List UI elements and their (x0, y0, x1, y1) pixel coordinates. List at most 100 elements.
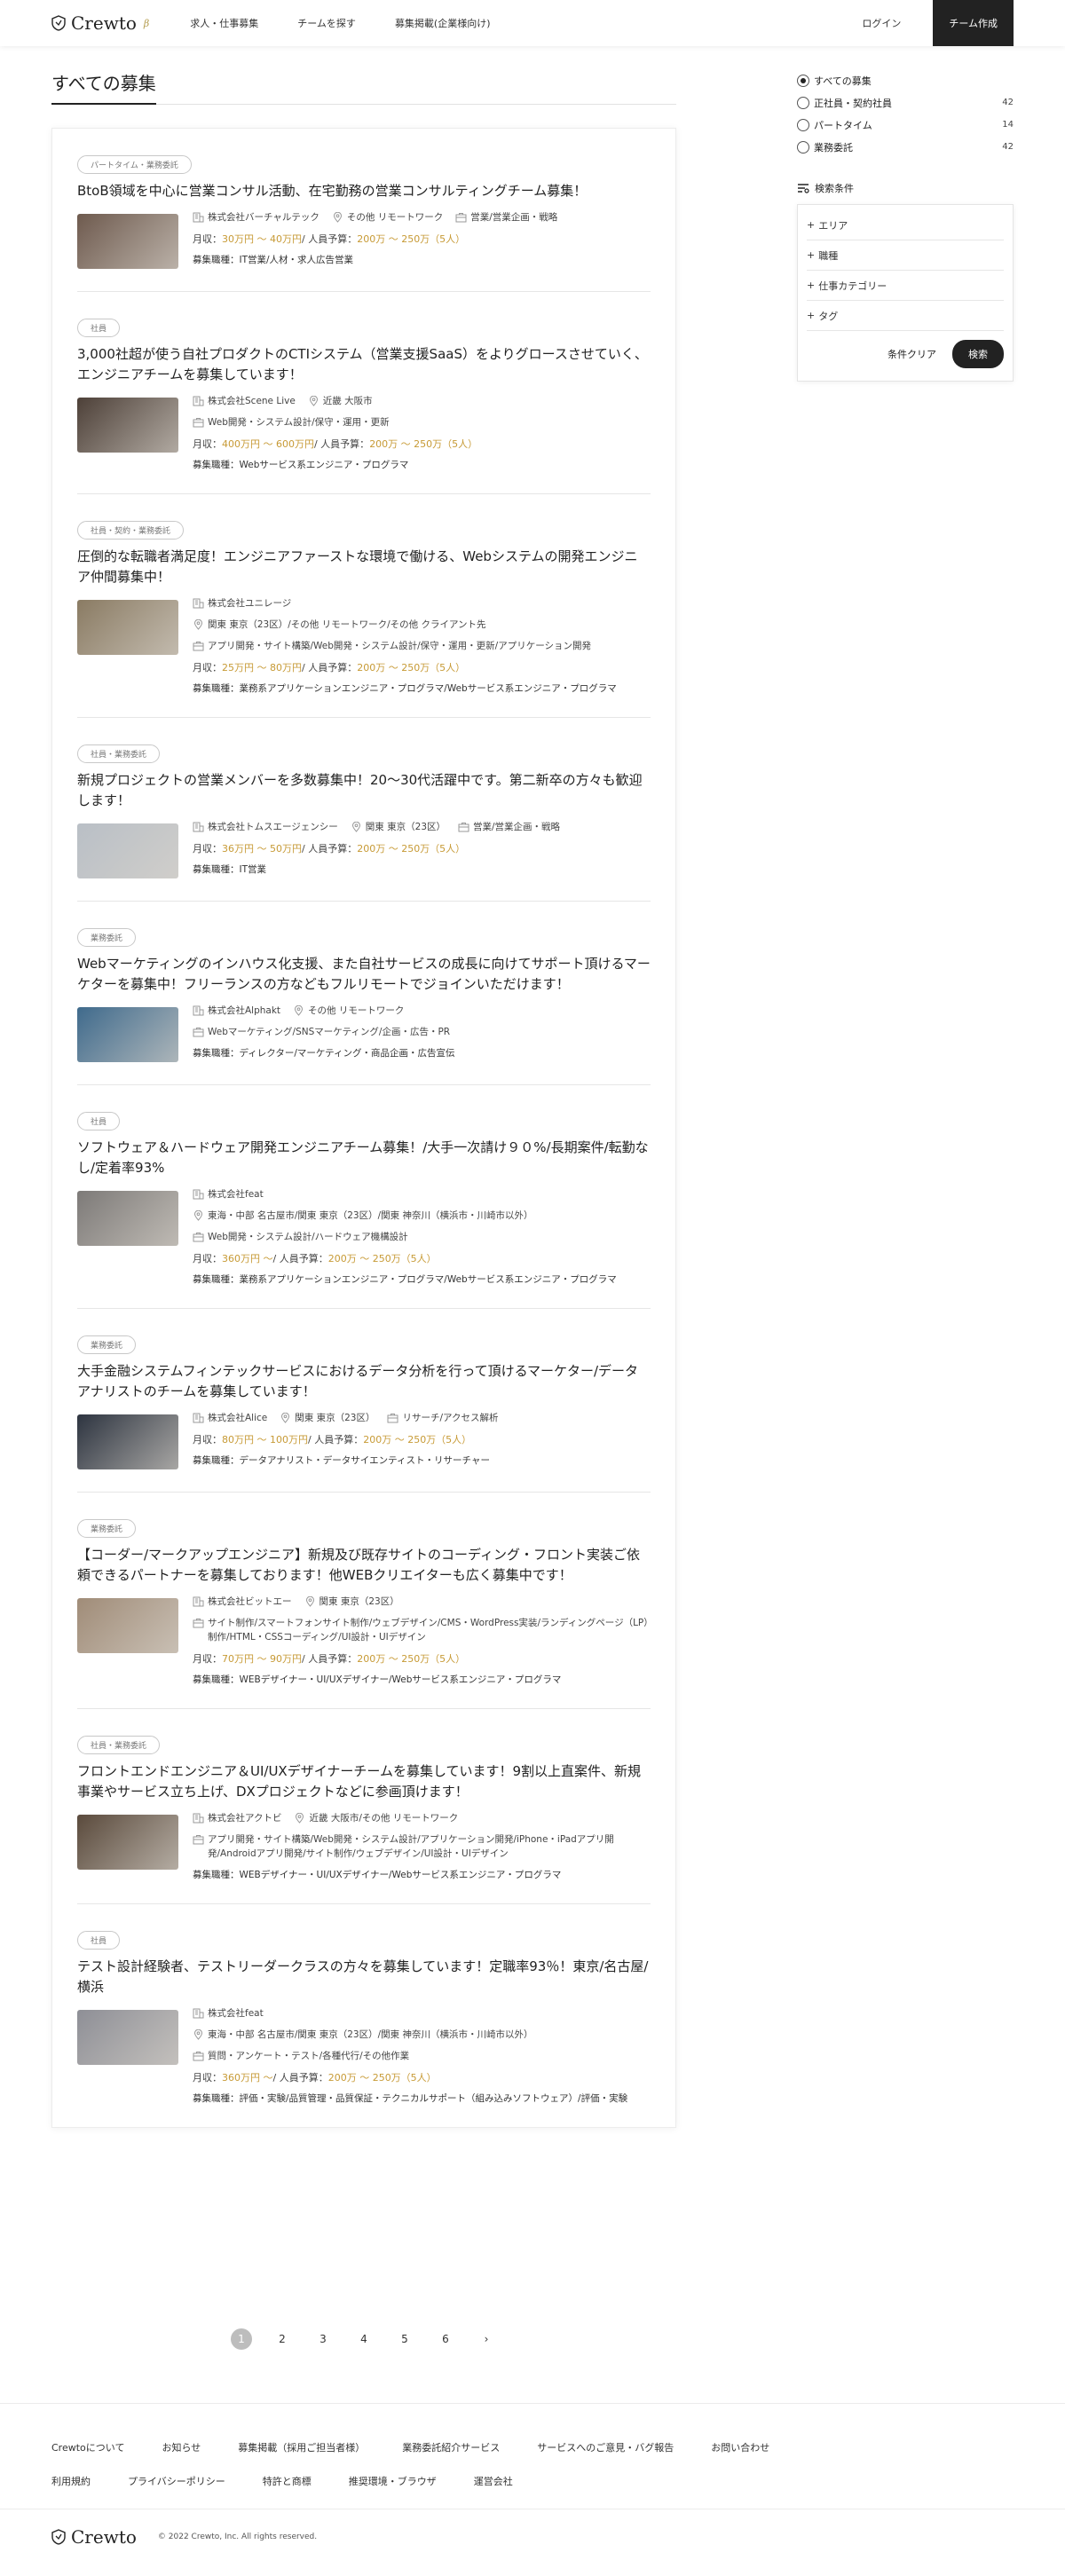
salary-row: 月収：80万円 〜 100万円/ 人員予算：200万 〜 250万（5人） (193, 1432, 651, 1446)
job-title[interactable]: 圧倒的な転職者満足度！エンジニアファーストな環境で働ける、Webシステムの開発エ… (77, 547, 651, 587)
job-title[interactable]: テスト設計経験者、テストリーダークラスの方々を募集しています！定職率93％！東京… (77, 1957, 651, 1997)
location-pin-icon (333, 212, 342, 223)
salary-row: 月収：70万円 〜 90万円/ 人員予算：200万 〜 250万（5人） (193, 1651, 651, 1666)
nav-teams[interactable]: チームを探す (297, 16, 356, 30)
company-name: 株式会社トムスエージェンシー (208, 822, 338, 832)
job-title[interactable]: 3,000社超が使う自社プロダクトのCTIシステム（営業支援SaaS）をよりグロ… (77, 344, 651, 385)
nav-post[interactable]: 募集掲載(企業様向け) (395, 16, 491, 30)
job-item[interactable]: 業務委託 【コーダー/マークアップエンジニア】新規及び既存サイトのコーディング・… (77, 1493, 651, 1709)
footer-link[interactable]: 利用規約 (51, 2464, 91, 2498)
job-thumbnail[interactable] (77, 1007, 178, 1062)
logo-beta: β (143, 17, 150, 29)
job-thumbnail[interactable] (77, 1598, 178, 1653)
job-title[interactable]: 大手金融システムフィンテックサービスにおけるデータ分析を行って頂けるマーケター/… (77, 1361, 651, 1402)
salary-label: 月収： (193, 233, 222, 245)
job-item[interactable]: 業務委託 大手金融システムフィンテックサービスにおけるデータ分析を行って頂けるマ… (77, 1309, 651, 1493)
location-pin-icon (193, 2029, 203, 2040)
footer-link[interactable]: 運営会社 (474, 2464, 513, 2498)
salary-row: 月収：25万円 〜 80万円/ 人員予算：200万 〜 250万（5人） (193, 660, 651, 674)
logo[interactable]: Crewto β (51, 12, 149, 34)
page-button[interactable]: 2 (272, 2328, 293, 2350)
search-conditions-label: 検索条件 (797, 181, 1014, 195)
location-text: 関東 東京（23区） (365, 822, 446, 832)
filter-area[interactable]: + エリア (807, 210, 1004, 240)
clear-conditions-button[interactable]: 条件クリア (888, 347, 936, 361)
job-type-tag: パートタイム・業務委託 (77, 155, 192, 174)
job-title[interactable]: Webマーケティングのインハウス化支援、また自社サービスの成長に向けてサポート頂… (77, 954, 651, 995)
company-name: 株式会社バーチャルテック (208, 212, 320, 223)
job-thumbnail[interactable] (77, 398, 178, 453)
footer-link[interactable]: お問い合わせ (711, 2430, 769, 2464)
job-title[interactable]: ソフトウェア＆ハードウェア開発エンジニアチーム募集！/大手一次請け９０%/長期案… (77, 1138, 651, 1178)
job-thumbnail[interactable] (77, 1191, 178, 1246)
job-item[interactable]: パートタイム・業務委託 BtoB領域を中心に営業コンサル活動、在宅勤務の営業コン… (77, 129, 651, 292)
filter-tag[interactable]: + タグ (807, 301, 1004, 331)
page-button[interactable]: 3 (312, 2328, 334, 2350)
category-text: 営業/営業企画・戦略 (470, 212, 558, 223)
job-thumbnail[interactable] (77, 823, 178, 878)
location-text: 関東 東京（23区） (319, 1596, 399, 1607)
job-thumbnail[interactable] (77, 1414, 178, 1469)
footer-link[interactable]: プライバシーポリシー (128, 2464, 225, 2498)
job-title[interactable]: 【コーダー/マークアップエンジニア】新規及び既存サイトのコーディング・フロント実… (77, 1545, 651, 1586)
sidebar: すべての募集 正社員・契約社員 42 パートタイム 14 業務委託 42 検索条件 + エリア… (797, 69, 1014, 382)
budget-label: / 人員予算： (302, 662, 358, 674)
briefcase-icon (193, 1835, 204, 1845)
page-button[interactable]: 6 (435, 2328, 456, 2350)
radio-count: 42 (1002, 98, 1014, 107)
page-button[interactable]: 5 (394, 2328, 415, 2350)
team-create-button[interactable]: チーム作成 (933, 0, 1014, 46)
job-type-radio[interactable]: すべての募集 (797, 69, 1014, 91)
occupation: 募集職種：データアナリスト・データサイエンティスト・リサーチャー (193, 1455, 490, 1466)
salary-label: 月収： (193, 1653, 222, 1665)
filter-label: 職種 (818, 249, 839, 262)
job-type-radio[interactable]: 業務委託 42 (797, 136, 1014, 158)
radio-label: パートタイム (814, 119, 872, 131)
footer-link[interactable]: 募集掲載（採用ご担当者様） (238, 2430, 365, 2464)
filter-label: 仕事カテゴリー (818, 280, 888, 292)
salary-label: 月収： (193, 438, 222, 450)
job-title[interactable]: BtoB領域を中心に営業コンサル活動、在宅勤務の営業コンサルティングチーム募集！ (77, 181, 651, 201)
job-item[interactable]: 社員・業務委託 フロントエンドエンジニア＆UI/UXデザイナーチームを募集してい… (77, 1709, 651, 1904)
footer-link[interactable]: お知らせ (162, 2430, 201, 2464)
job-type-tag: 業務委託 (77, 1519, 137, 1538)
footer-link[interactable]: サービスへのご意見・バグ報告 (537, 2430, 674, 2464)
job-type-radio[interactable]: パートタイム 14 (797, 114, 1014, 136)
job-thumbnail[interactable] (77, 600, 178, 655)
nav-jobs[interactable]: 求人・仕事募集 (190, 16, 258, 30)
job-item[interactable]: 社員 3,000社超が使う自社プロダクトのCTIシステム（営業支援SaaS）をよ… (77, 292, 651, 494)
job-thumbnail[interactable] (77, 2010, 178, 2065)
location-pin-icon (295, 1005, 304, 1016)
page-button[interactable]: 4 (353, 2328, 375, 2350)
filter-occupation[interactable]: + 職種 (807, 240, 1004, 271)
job-title[interactable]: 新規プロジェクトの営業メンバーを多数募集中！20～30代活躍中です。第二新卒の方… (77, 770, 651, 811)
footer-link[interactable]: Crewtoについて (51, 2430, 124, 2464)
job-item[interactable]: 社員・契約・業務委託 圧倒的な転職者満足度！エンジニアファーストな環境で働ける、… (77, 494, 651, 718)
radio-icon (797, 118, 809, 131)
job-title[interactable]: フロントエンドエンジニア＆UI/UXデザイナーチームを募集しています！9割以上直… (77, 1761, 651, 1802)
job-thumbnail[interactable] (77, 1815, 178, 1870)
job-thumbnail[interactable] (77, 214, 178, 269)
company-name: 株式会社Scene Live (208, 396, 296, 406)
job-type-radio[interactable]: 正社員・契約社員 42 (797, 91, 1014, 114)
footer-link[interactable]: 特許と商標 (263, 2464, 312, 2498)
job-item[interactable]: 社員 ソフトウェア＆ハードウェア開発エンジニアチーム募集！/大手一次請け９０%/… (77, 1085, 651, 1309)
job-card-list: パートタイム・業務委託 BtoB領域を中心に営業コンサル活動、在宅勤務の営業コン… (51, 128, 676, 2128)
login-link[interactable]: ログイン (862, 16, 901, 30)
next-page-button[interactable]: › (476, 2328, 497, 2350)
budget-value: 200万 〜 250万（5人） (369, 438, 478, 450)
filter-category[interactable]: + 仕事カテゴリー (807, 271, 1004, 301)
salary-value: 80万円 〜 100万円 (222, 1434, 308, 1446)
footer-logo[interactable]: Crewto (51, 2526, 137, 2548)
page-button[interactable]: 1 (231, 2328, 252, 2350)
footer-link[interactable]: 推奨環境・ブラウザ (349, 2464, 437, 2498)
job-item[interactable]: 社員 テスト設計経験者、テストリーダークラスの方々を募集しています！定職率93％… (77, 1904, 651, 2127)
footer-link[interactable]: 業務委託紹介サービス (402, 2430, 500, 2464)
job-item[interactable]: 社員・業務委託 新規プロジェクトの営業メンバーを多数募集中！20～30代活躍中で… (77, 718, 651, 902)
search-button[interactable]: 検索 (952, 340, 1004, 368)
job-item[interactable]: 業務委託 Webマーケティングのインハウス化支援、また自社サービスの成長に向けて… (77, 902, 651, 1085)
location-text: その他 リモートワーク (308, 1005, 405, 1016)
salary-label: 月収： (193, 1434, 222, 1446)
shield-logo-icon (51, 2528, 66, 2545)
company-name: 株式会社アクトビ (208, 1813, 282, 1824)
